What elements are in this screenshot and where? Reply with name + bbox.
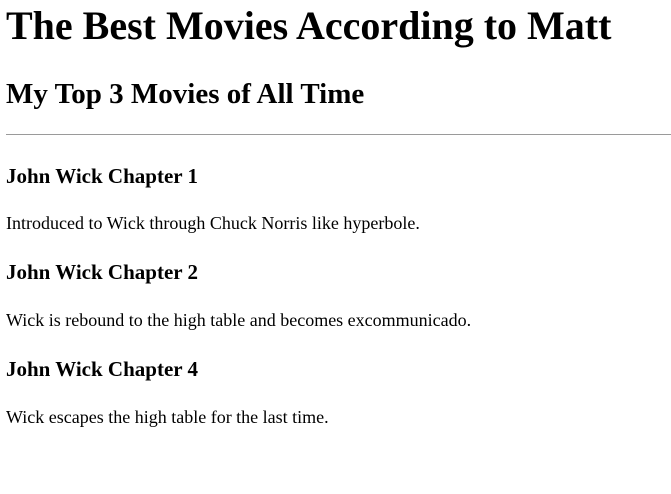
page: The Best Movies According to Matt My Top… (0, 0, 671, 494)
page-subtitle: My Top 3 Movies of All Time (6, 78, 365, 110)
page-title: The Best Movies According to Matt (6, 3, 612, 48)
movie-title: John Wick Chapter 4 (6, 357, 198, 381)
movie-title: John Wick Chapter 1 (6, 164, 198, 188)
divider (6, 134, 671, 135)
movie-description: Wick escapes the high table for the last… (6, 407, 329, 427)
movie-description: Introduced to Wick through Chuck Norris … (6, 213, 420, 233)
movie-title: John Wick Chapter 2 (6, 260, 198, 284)
movie-description: Wick is rebound to the high table and be… (6, 310, 472, 330)
